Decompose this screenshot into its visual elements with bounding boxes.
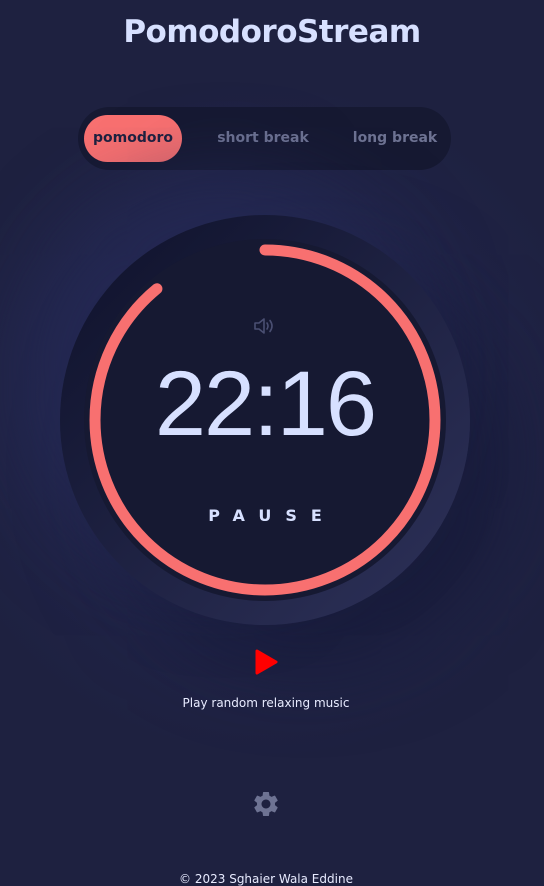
app-page: PomodoroStream pomodoro short break long… <box>0 0 544 886</box>
play-icon[interactable] <box>254 648 280 676</box>
timer-display: 22:16 <box>154 353 377 455</box>
footer-copyright: © 2023 Sghaier Wala Eddine <box>179 872 353 886</box>
mode-selector: pomodoro short break long break <box>78 107 451 170</box>
speaker-icon[interactable] <box>252 315 276 337</box>
mode-tab-short-break[interactable]: short break <box>208 115 318 162</box>
music-label: Play random relaxing music <box>182 696 350 710</box>
pause-button[interactable]: PAUSE <box>84 506 446 525</box>
mode-tab-long-break[interactable]: long break <box>341 115 449 162</box>
gear-icon[interactable] <box>251 789 281 819</box>
app-title: PomodoroStream <box>123 14 421 50</box>
mode-tab-pomodoro[interactable]: pomodoro <box>84 115 182 162</box>
